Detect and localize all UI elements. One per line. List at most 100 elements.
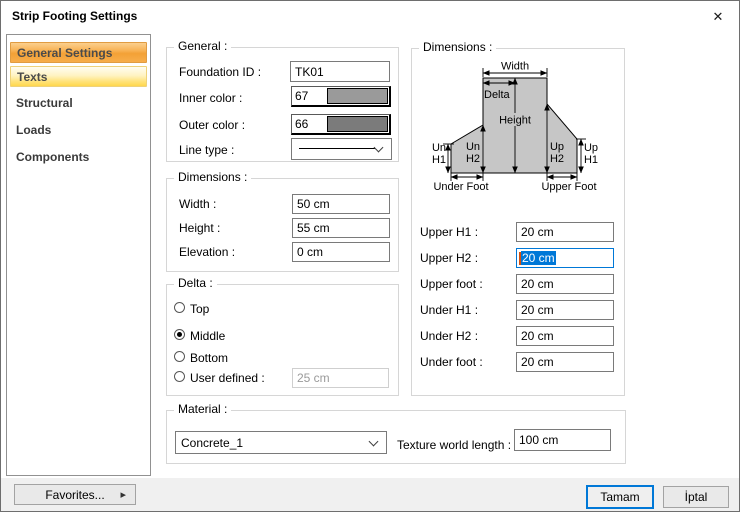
- field-value: 50 cm: [297, 197, 330, 211]
- elevation-label: Elevation :: [179, 245, 235, 259]
- width-field[interactable]: 50 cm: [292, 194, 390, 214]
- favorites-button[interactable]: Favorites... ▸: [14, 484, 136, 505]
- field-value: 25 cm: [297, 371, 330, 385]
- flyout-arrow-icon: ▸: [120, 488, 126, 501]
- ok-button[interactable]: Tamam: [586, 485, 654, 509]
- radio-middle-label: Middle: [190, 329, 225, 343]
- footing-cross-section-diagram: Width Delta Height Un H1 Un H2 Up H2 Up …: [427, 59, 607, 197]
- sidebar-item-label: Loads: [16, 123, 51, 137]
- ok-button-label: Tamam: [600, 490, 639, 504]
- foundation-id-label: Foundation ID :: [179, 65, 261, 79]
- chevron-down-icon: [369, 436, 379, 446]
- favorites-button-label: Favorites...: [45, 488, 104, 502]
- sidebar-item-texts[interactable]: Texts: [10, 66, 147, 87]
- line-type-select[interactable]: [291, 138, 392, 160]
- inner-color-field[interactable]: 67: [291, 86, 391, 107]
- inner-color-swatch[interactable]: [327, 88, 388, 104]
- diagram-un-h1-label: Un: [432, 142, 446, 154]
- sidebar-item-general-settings[interactable]: General Settings: [10, 42, 147, 63]
- radio-user-defined[interactable]: [174, 371, 185, 382]
- upper-h2-field[interactable]: 20 cm: [516, 248, 614, 268]
- radio-top-label: Top: [190, 302, 209, 316]
- svg-text:H2: H2: [466, 153, 480, 165]
- radio-middle[interactable]: [174, 329, 185, 340]
- under-h2-field[interactable]: 20 cm: [516, 326, 614, 346]
- field-value: TK01: [295, 65, 324, 79]
- group-legend: Delta :: [174, 276, 217, 290]
- chevron-down-icon: [374, 143, 384, 153]
- field-value: 20 cm: [521, 329, 554, 343]
- svg-text:H1: H1: [432, 154, 446, 166]
- radio-user-defined-label: User defined :: [190, 371, 265, 385]
- texture-world-length-label: Texture world length :: [397, 438, 511, 452]
- svg-text:H1: H1: [584, 154, 598, 166]
- diagram-up-h2-label: Up: [550, 141, 564, 153]
- sidebar-item-loads[interactable]: Loads: [7, 119, 150, 141]
- diagram-under-foot-label: Under Foot: [433, 181, 488, 193]
- group-delta: Delta : Top Middle Bottom User defined :…: [166, 284, 399, 396]
- svg-text:H2: H2: [550, 153, 564, 165]
- height-label: Height :: [179, 221, 220, 235]
- outer-color-field[interactable]: 66: [291, 114, 391, 135]
- outer-color-label: Outer color :: [179, 118, 245, 132]
- user-defined-field[interactable]: 25 cm: [292, 368, 389, 388]
- upper-h1-field[interactable]: 20 cm: [516, 222, 614, 242]
- field-value: 20 cm: [521, 303, 554, 317]
- upper-h1-label: Upper H1 :: [420, 225, 478, 239]
- under-h2-label: Under H2 :: [420, 329, 478, 343]
- footer-bar: Favorites... ▸ Tamam İptal: [1, 478, 739, 511]
- material-select[interactable]: Concrete_1: [175, 431, 387, 454]
- strip-footing-settings-dialog: Strip Footing Settings ✕ General Setting…: [0, 0, 740, 512]
- width-label: Width :: [179, 197, 216, 211]
- sidebar-item-label: General Settings: [17, 46, 112, 60]
- radio-bottom-label: Bottom: [190, 351, 228, 365]
- under-h1-field[interactable]: 20 cm: [516, 300, 614, 320]
- group-general: General : Foundation ID : TK01 Inner col…: [166, 47, 399, 162]
- group-material: Material : Concrete_1 Texture world leng…: [166, 410, 626, 464]
- under-foot-label: Under foot :: [420, 355, 483, 369]
- sidebar-item-label: Components: [16, 150, 89, 164]
- field-value: 20 cm: [521, 355, 554, 369]
- group-legend: Material :: [174, 402, 231, 416]
- sidebar-item-structural[interactable]: Structural: [7, 92, 150, 114]
- group-legend: Dimensions :: [174, 170, 251, 184]
- under-h1-label: Under H1 :: [420, 303, 478, 317]
- cancel-button-label: İptal: [685, 490, 708, 504]
- field-value: 20 cm: [521, 225, 554, 239]
- diagram-delta-label: Delta: [484, 89, 511, 101]
- window-title: Strip Footing Settings: [12, 9, 137, 23]
- radio-bottom[interactable]: [174, 351, 185, 362]
- under-foot-field[interactable]: 20 cm: [516, 352, 614, 372]
- outer-color-swatch[interactable]: [327, 116, 388, 132]
- field-value-selected: 20 cm: [521, 251, 556, 265]
- diagram-un-h2-label: Un: [466, 141, 480, 153]
- diagram-upper-foot-label: Upper Foot: [541, 181, 596, 193]
- texture-world-length-field[interactable]: 100 cm: [514, 429, 611, 451]
- material-selected-value: Concrete_1: [181, 436, 243, 450]
- line-sample: [299, 148, 375, 149]
- cancel-button[interactable]: İptal: [663, 486, 729, 508]
- group-dimensions-right: Dimensions :: [411, 48, 625, 396]
- diagram-width-label: Width: [501, 61, 529, 73]
- diagram-height-label: Height: [499, 115, 531, 127]
- height-field[interactable]: 55 cm: [292, 218, 390, 238]
- field-value: 55 cm: [297, 221, 330, 235]
- elevation-field[interactable]: 0 cm: [292, 242, 390, 262]
- field-value: 0 cm: [297, 245, 323, 259]
- radio-top[interactable]: [174, 302, 185, 313]
- sidebar: General Settings Texts Structural Loads …: [6, 34, 151, 476]
- close-icon[interactable]: ✕: [705, 6, 731, 28]
- title-bar: Strip Footing Settings ✕: [1, 1, 739, 33]
- group-legend: Dimensions :: [419, 40, 496, 54]
- sidebar-item-label: Texts: [17, 70, 47, 84]
- sidebar-item-components[interactable]: Components: [7, 146, 150, 168]
- upper-foot-field[interactable]: 20 cm: [516, 274, 614, 294]
- upper-foot-label: Upper foot :: [420, 277, 483, 291]
- group-legend: General :: [174, 39, 231, 53]
- field-value: 20 cm: [521, 277, 554, 291]
- group-dimensions-left: Dimensions : Width : 50 cm Height : 55 c…: [166, 178, 399, 272]
- sidebar-item-label: Structural: [16, 96, 73, 110]
- inner-color-label: Inner color :: [179, 91, 242, 105]
- diagram-up-h1-label: Up: [584, 142, 598, 154]
- foundation-id-field[interactable]: TK01: [290, 61, 390, 82]
